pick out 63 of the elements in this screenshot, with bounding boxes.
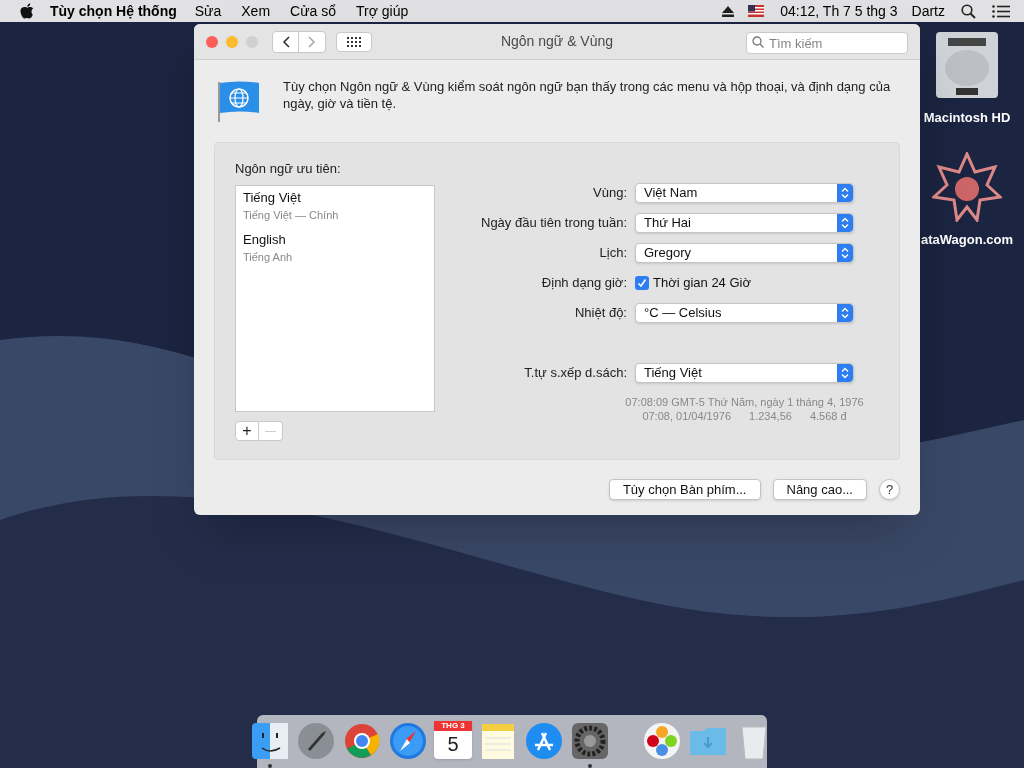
checkbox[interactable] [635, 276, 649, 290]
language-detail: Tiếng Việt — Chính [243, 208, 340, 223]
format-example: 4.568 đ [809, 409, 847, 423]
globe-flag-icon [217, 80, 261, 122]
grid-icon [347, 36, 361, 47]
star-pattern-icon [932, 151, 1002, 222]
search-field[interactable]: Tìm kiếm [746, 32, 908, 54]
setting-label: Vùng: [592, 184, 628, 203]
description-text: Tùy chọn Ngôn ngữ & Vùng kiểm soát ngôn ngữ bạn thấy trong các menu và hộp thoại, và định dạng của ngày, giờ và tiền tệ. [283, 78, 892, 112]
setting-label: Lịch: [598, 244, 628, 263]
setting-label: Nhiệt độ: [573, 304, 628, 323]
popup-menu[interactable]: Gregory [635, 243, 854, 263]
stepper-arrows-icon [837, 184, 853, 202]
menu-user-name[interactable]: Dartz [911, 0, 945, 22]
chevron-left-icon [281, 35, 290, 48]
list-icon[interactable] [992, 4, 1010, 18]
date-format-example: 07:08:09 GMT-5 Thứ Năm, ngày 1 tháng 4, 1976 [625, 395, 864, 409]
menu-clock[interactable]: 04:12, Th 7 5 thg 3 [780, 0, 898, 22]
setting-label: T.tự s.xếp d.sách: [523, 364, 628, 383]
popup-menu[interactable]: Việt Nam [635, 183, 854, 203]
chevron-right-icon [308, 35, 316, 48]
language-detail: Tiếng Anh [243, 250, 294, 265]
stepper-arrows-icon [837, 214, 853, 232]
help-button[interactable]: ? [879, 479, 900, 500]
browser-icon[interactable] [342, 721, 382, 761]
stepper-arrows-icon [837, 364, 853, 382]
dialog-button[interactable]: Tùy chọn Bàn phím... [608, 479, 761, 500]
menu-item[interactable]: Trợ giúp [356, 0, 409, 22]
apple-logo-icon[interactable] [20, 3, 34, 19]
menu-item[interactable]: Sửa [194, 0, 222, 22]
language-name[interactable]: English [243, 229, 427, 249]
window-title: Ngôn ngữ & Vùng [499, 32, 615, 51]
stepper-arrows-icon [837, 304, 853, 322]
smiling-face-icon[interactable] [250, 721, 290, 761]
search-icon[interactable] [961, 3, 976, 19]
setting-label: Định dạng giờ: [540, 274, 628, 293]
popup-menu[interactable]: Tiếng Việt [635, 363, 854, 383]
setting-label: Ngày đầu tiên trong tuần: [480, 214, 628, 233]
list-label: Ngôn ngữ ưu tiên: [235, 160, 342, 178]
letter-a-icon[interactable] [524, 721, 564, 761]
calendar-icon[interactable]: THG 3 5 [434, 721, 472, 759]
dialog-button[interactable]: Nâng cao... [772, 479, 867, 500]
menu-item[interactable]: Cửa sổ [290, 0, 336, 22]
popup-menu[interactable]: Thứ Hai [635, 213, 854, 233]
format-example: 1.234,56 [749, 409, 792, 423]
flag-icon[interactable] [748, 5, 765, 17]
add-button[interactable]: + [235, 420, 259, 441]
language-name[interactable]: Tiếng Việt [243, 187, 427, 207]
search-icon [752, 35, 764, 48]
menu-item[interactable]: Xem [241, 0, 271, 22]
menu-app-name[interactable]: Tùy chọn Hệ thống [50, 0, 177, 22]
checkbox-label[interactable]: Thời gian 24 Giờ [653, 273, 751, 293]
flower-icon[interactable] [642, 721, 682, 761]
eject-icon[interactable] [722, 5, 735, 17]
calendar-day: 5 [447, 731, 459, 757]
calendar-month: THG 3 [434, 721, 472, 731]
format-example: 07:08, 01/04/1976 [642, 409, 732, 423]
popup-menu[interactable]: °C — Celsius [635, 303, 854, 323]
gear-icon[interactable] [570, 721, 610, 761]
desktop-icon-label: Macintosh HD [923, 109, 1011, 127]
desktop-icon-label: ataWagon.com [921, 230, 1013, 249]
stepper-arrows-icon [837, 244, 853, 262]
grid-button[interactable] [336, 31, 372, 52]
